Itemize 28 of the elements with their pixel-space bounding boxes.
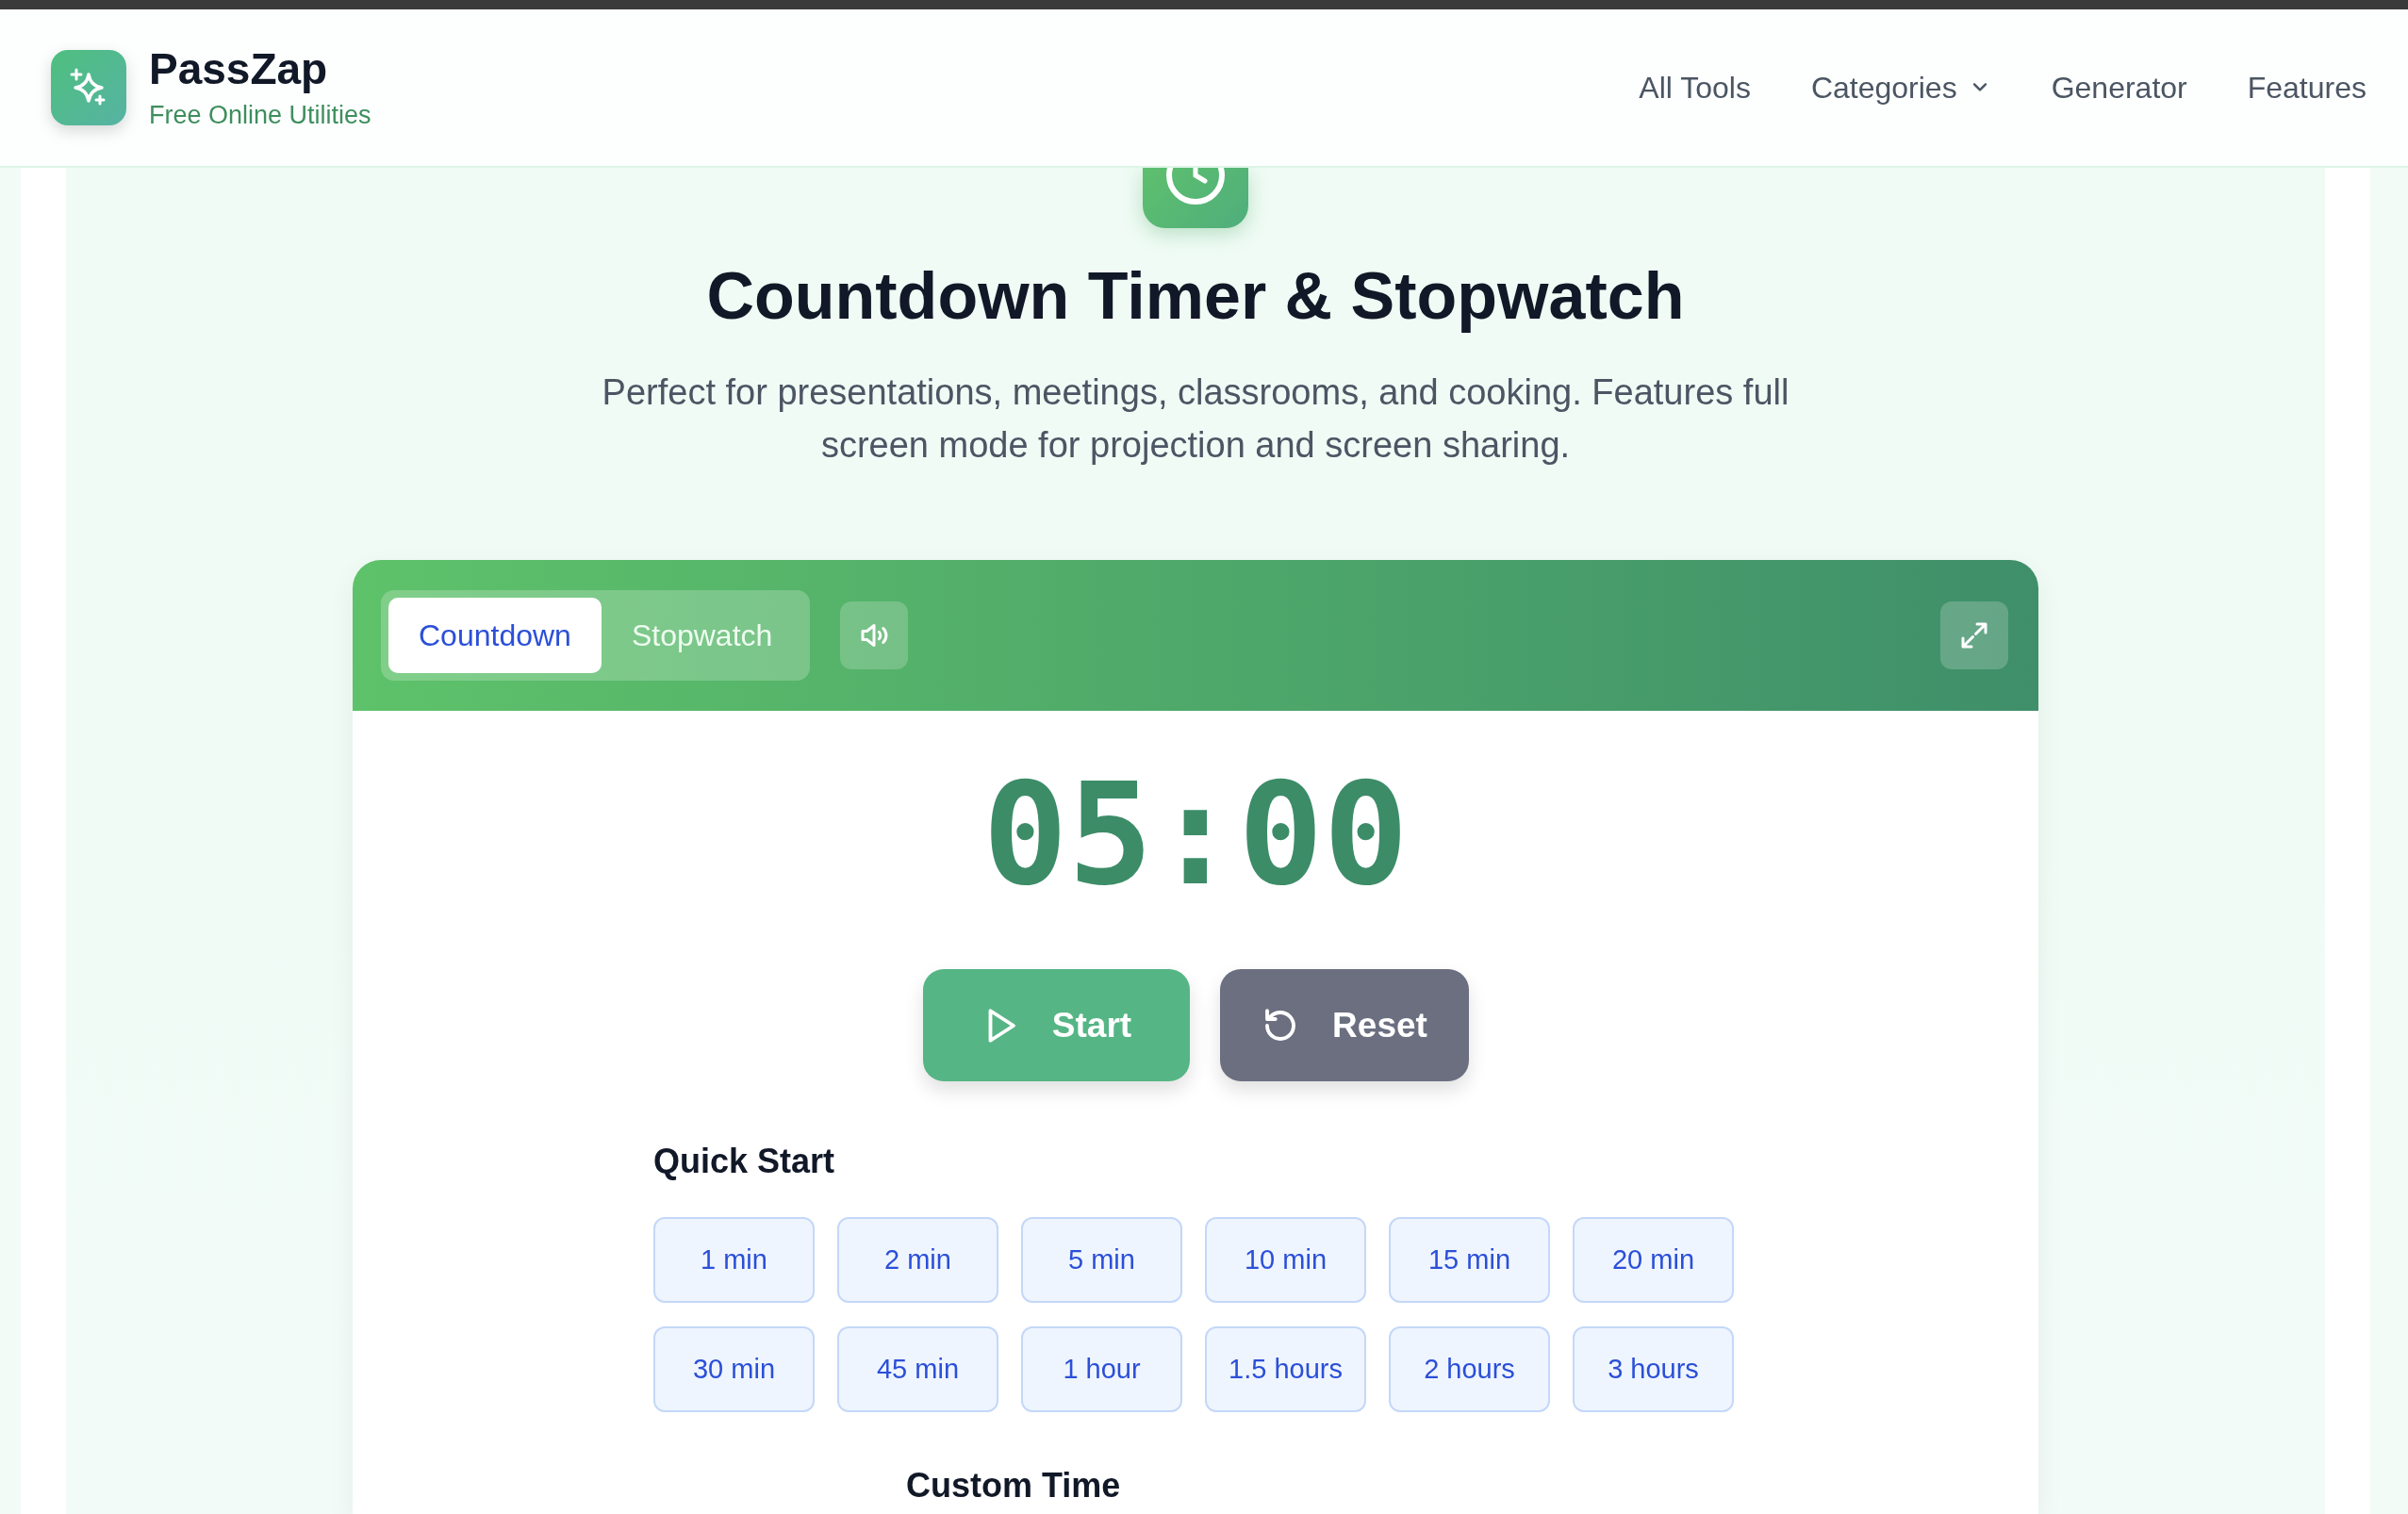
- timer-display: 05:00: [982, 764, 1409, 905]
- preset-button[interactable]: 15 min: [1389, 1217, 1550, 1303]
- mode-tab[interactable]: Countdown: [388, 598, 602, 673]
- preset-button[interactable]: 1 hour: [1021, 1326, 1182, 1412]
- page-title: Countdown Timer & Stopwatch: [706, 258, 1685, 334]
- preset-button[interactable]: 10 min: [1205, 1217, 1366, 1303]
- preset-button[interactable]: 20 min: [1573, 1217, 1734, 1303]
- brand-tagline: Free Online Utilities: [149, 100, 371, 130]
- preset-button[interactable]: 5 min: [1021, 1217, 1182, 1303]
- preset-button[interactable]: 2 hours: [1389, 1326, 1550, 1412]
- preset-button[interactable]: 1 min: [653, 1217, 815, 1303]
- sparkle-logo-icon[interactable]: [51, 50, 126, 125]
- reset-button[interactable]: Reset: [1219, 969, 1469, 1081]
- preset-button[interactable]: 2 min: [837, 1217, 998, 1303]
- section-heading: Custom Time: [906, 1467, 1122, 1505]
- section-heading: Quick Start: [653, 1142, 836, 1181]
- brand-name[interactable]: PassZap: [149, 45, 371, 93]
- preset-button[interactable]: 3 hours: [1573, 1326, 1734, 1412]
- nav-dropdown[interactable]: Categories: [1810, 70, 1991, 106]
- preset-button[interactable]: 30 min: [653, 1326, 815, 1412]
- preset-button[interactable]: 1.5 hours: [1205, 1326, 1366, 1412]
- nav-link[interactable]: Generator: [2051, 70, 2187, 106]
- sound-button[interactable]: [840, 601, 909, 669]
- nav-link[interactable]: Features: [2247, 70, 2367, 106]
- preset-button[interactable]: 45 min: [837, 1326, 998, 1412]
- fullscreen-button[interactable]: [1940, 601, 2008, 669]
- page-subtitle: Perfect for presentations, meetings, classrooms, and cooking. Features full screen mode for projection and screen sharing.: [601, 371, 1790, 467]
- nav-link[interactable]: All Tools: [1639, 70, 1751, 106]
